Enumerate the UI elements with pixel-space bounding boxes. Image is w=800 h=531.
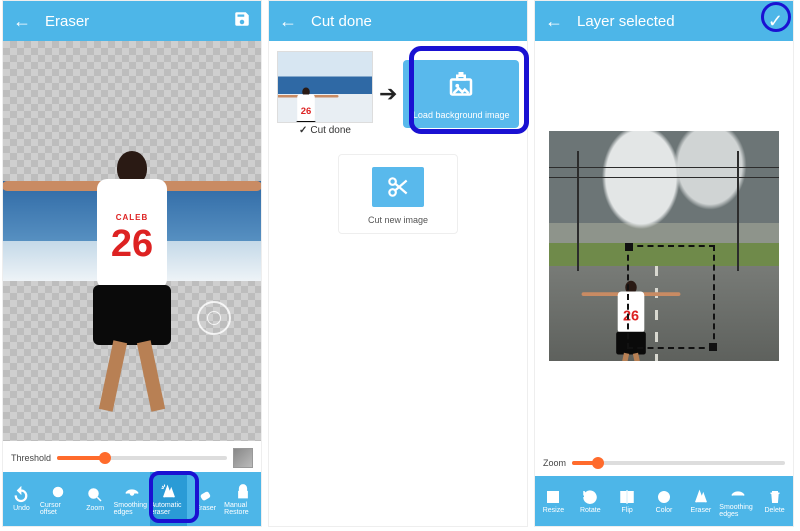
color-swatch[interactable] <box>233 448 253 468</box>
back-icon[interactable]: ← <box>13 11 31 32</box>
eraser-button[interactable]: Eraser <box>682 476 719 526</box>
manual-restore-button[interactable]: Manual Restore <box>224 472 261 526</box>
flip-button[interactable]: Flip <box>609 476 646 526</box>
load-background-button[interactable]: Load background image <box>403 60 519 128</box>
smoothing-edges-button[interactable]: Smoothing edges <box>719 476 756 526</box>
cursor-ring <box>197 301 231 335</box>
zoom-row: Zoom <box>535 450 793 476</box>
zoom-button[interactable]: Zoom <box>77 472 114 526</box>
rotate-button[interactable]: Rotate <box>572 476 609 526</box>
threshold-label: Threshold <box>11 453 51 463</box>
cut-done-label: ✓Cut done <box>277 125 373 136</box>
topbar: ← Layer selected ✓ <box>535 1 793 41</box>
save-icon[interactable] <box>233 10 251 33</box>
canvas[interactable]: 26 <box>535 41 793 450</box>
undo-button[interactable]: Undo <box>3 472 40 526</box>
scissors-icon <box>372 167 424 207</box>
color-button[interactable]: Color <box>646 476 683 526</box>
canvas[interactable]: CALEB 26 <box>3 41 261 444</box>
arrow-icon: ➔ <box>379 81 397 107</box>
threshold-row: Threshold <box>3 444 261 472</box>
screen-cut-done: ← Cut done 26 ✓Cut done ➔ <box>268 0 528 527</box>
jersey-name: CALEB <box>116 213 149 222</box>
screen-layer-selected: ← Layer selected ✓ 26 Zoom <box>534 0 794 527</box>
eraser-button[interactable]: Eraser <box>187 472 224 526</box>
bottom-toolbar: Undo Cursor offset Zoom Smoothing edges … <box>3 472 261 526</box>
back-icon[interactable]: ← <box>545 11 563 32</box>
zoom-label: Zoom <box>543 458 566 468</box>
jersey-number: 26 <box>111 223 153 266</box>
selection-box[interactable] <box>627 245 715 349</box>
screen-eraser: ← Eraser CALEB 26 <box>2 0 262 527</box>
topbar: ← Cut done <box>269 1 527 41</box>
page-title: Cut done <box>311 13 517 30</box>
delete-button[interactable]: Delete <box>756 476 793 526</box>
threshold-slider[interactable] <box>57 456 227 460</box>
cut-new-image-button[interactable]: Cut new image <box>338 154 458 234</box>
smoothing-edges-button[interactable]: Smoothing edges <box>114 472 151 526</box>
zoom-slider[interactable] <box>572 461 785 465</box>
topbar: ← Eraser <box>3 1 261 41</box>
page-title: Layer selected <box>577 13 768 30</box>
back-icon[interactable]: ← <box>279 11 297 32</box>
cursor-offset-button[interactable]: Cursor offset <box>40 472 77 526</box>
page-title: Eraser <box>45 13 233 30</box>
bottom-toolbar: Resize Rotate Flip Color Eraser Smoothin… <box>535 476 793 526</box>
automatic-eraser-button[interactable]: Automatic eraser <box>150 472 187 526</box>
confirm-icon[interactable]: ✓ <box>768 11 783 32</box>
resize-button[interactable]: Resize <box>535 476 572 526</box>
cutout-thumbnail[interactable]: 26 <box>277 51 373 123</box>
